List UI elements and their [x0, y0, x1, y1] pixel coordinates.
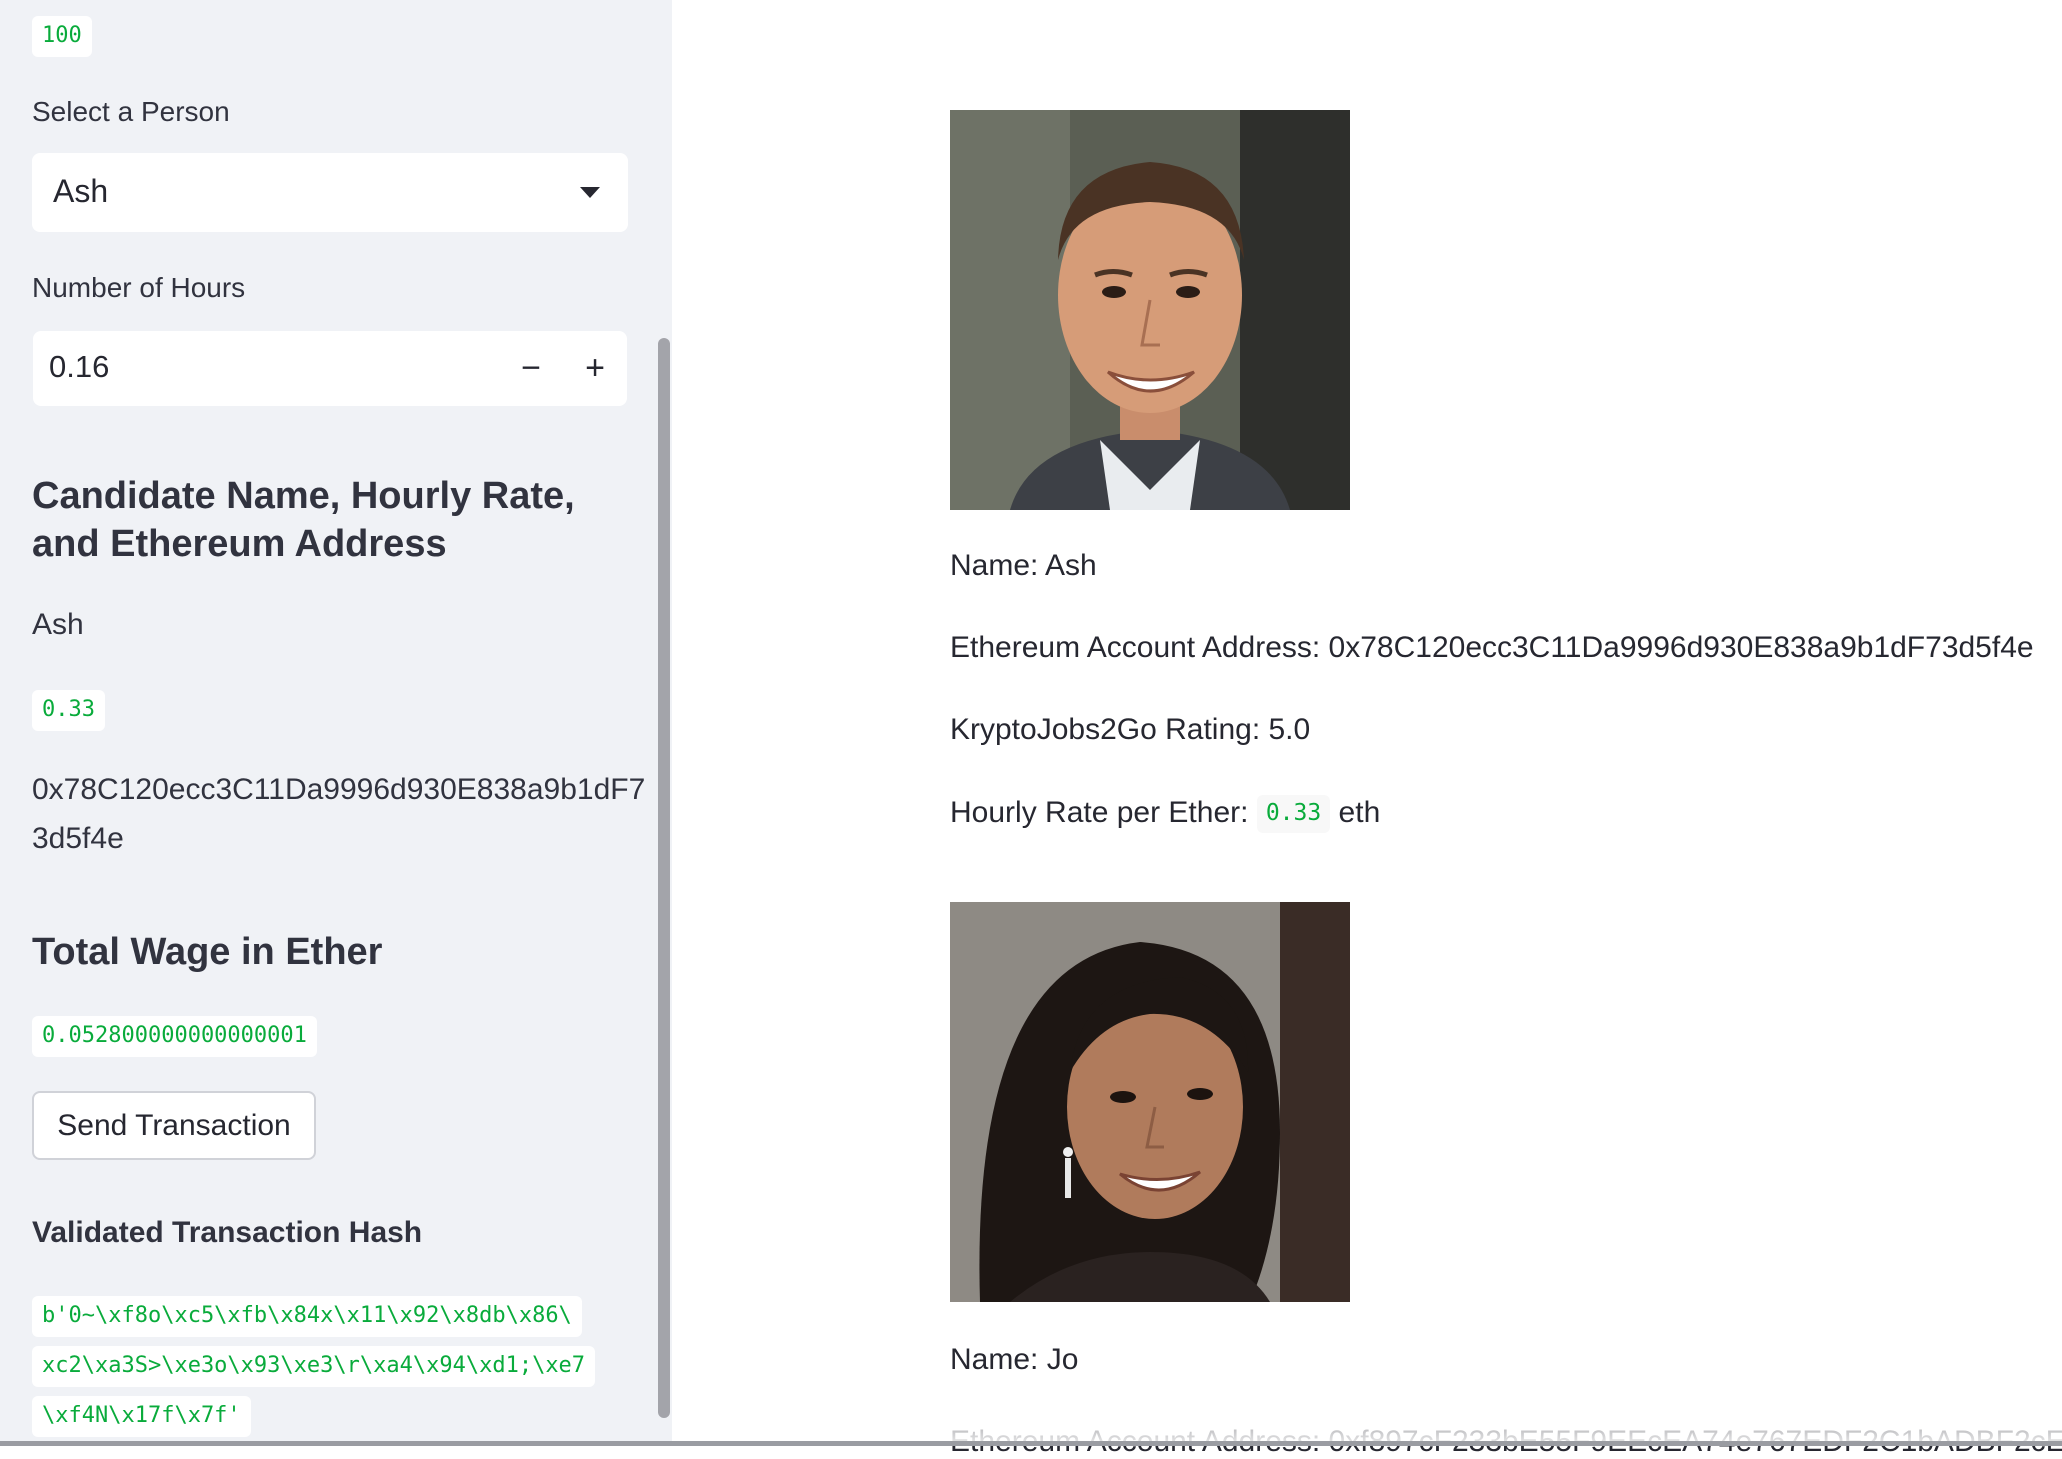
- send-transaction-button[interactable]: Send Transaction: [32, 1091, 316, 1160]
- candidate-rating-line: KryptoJobs2Go Rating: 5.0: [950, 713, 1311, 746]
- portrait-woman-image: [950, 902, 1350, 1302]
- person-select[interactable]: Ash: [32, 153, 628, 232]
- candidate-address-line-2: 3d5f4e: [32, 822, 124, 855]
- portrait-man-image: [950, 110, 1350, 510]
- hash-heading: Validated Transaction Hash: [32, 1216, 423, 1249]
- hash-line: b'0~\xf8o\xc5\xfb\x84x\x11\x92\x8db\x86\: [32, 1296, 582, 1337]
- wage-value-code: 0.052800000000000001: [32, 1016, 317, 1057]
- plus-icon[interactable]: +: [563, 331, 627, 406]
- rate-unit: eth: [1338, 795, 1381, 829]
- candidate-name: Ash: [32, 608, 84, 641]
- candidate-rate-code: 0.33: [32, 690, 105, 731]
- hours-label: Number of Hours: [32, 272, 246, 303]
- hash-line: xc2\xa3S>\xe3o\x93\xe3\r\xa4\x94\xd1;\xe…: [32, 1346, 596, 1387]
- window-bottom-edge: [0, 1441, 2062, 1446]
- bottom-fade: [672, 1370, 2062, 1446]
- chevron-down-icon[interactable]: [580, 187, 600, 198]
- sidebar-scrollbar[interactable]: [658, 338, 670, 1418]
- top-value-code: 100: [32, 16, 92, 57]
- candidate-heading: Candidate Name, Hourly Rate, and Ethereu…: [32, 475, 575, 565]
- rate-prefix: Hourly Rate per Ether:: [950, 795, 1249, 829]
- select-person-label: Select a Person: [32, 96, 230, 127]
- hours-number-input[interactable]: 0.16 − +: [33, 331, 627, 406]
- hours-input-value[interactable]: 0.16: [49, 349, 109, 385]
- candidate-photo: [950, 902, 1350, 1302]
- candidate-address-line-1: 0x78C120ecc3C11Da9996d930E838a9b1dF7: [32, 773, 646, 806]
- minus-icon[interactable]: −: [499, 331, 563, 406]
- wage-heading: Total Wage in Ether: [32, 931, 383, 973]
- candidate-address-line: Ethereum Account Address: 0x78C120ecc3C1…: [950, 631, 2034, 664]
- candidate-name-line: Name: Ash: [950, 549, 1097, 582]
- rate-value-code: 0.33: [1256, 795, 1331, 833]
- hash-line: \xf4N\x17f\x7f': [32, 1396, 251, 1437]
- candidate-photo: [950, 110, 1350, 510]
- person-select-value: Ash: [53, 173, 109, 209]
- sidebar: 100 Select a Person Ash Number of Hours …: [0, 0, 672, 1446]
- candidate-rate-line: Hourly Rate per Ether: 0.33 eth: [950, 795, 1380, 833]
